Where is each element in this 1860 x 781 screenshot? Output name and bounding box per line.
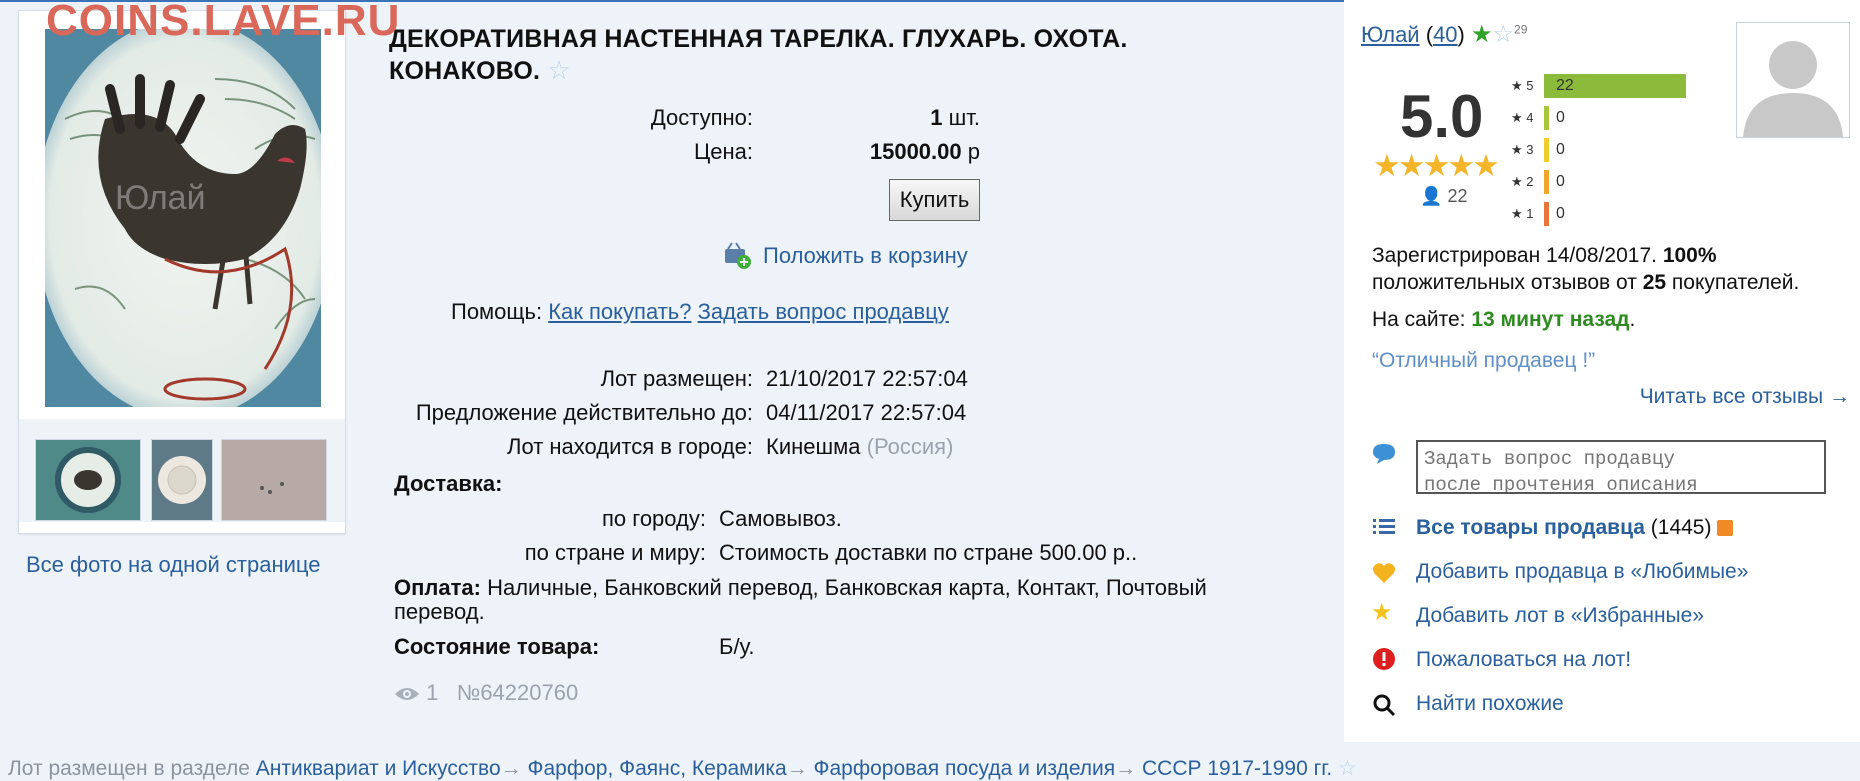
all-seller-items-link[interactable]: Все товары продавца (1445) (1416, 516, 1734, 540)
review-quote: “Отличный продавец !” (1372, 349, 1596, 372)
star-count: 29 (1514, 22, 1528, 37)
histogram-count: 0 (1556, 205, 1565, 222)
histogram-bar (1544, 170, 1549, 194)
favorite-star-icon[interactable]: ☆ (547, 55, 571, 85)
online-status: На сайте: 13 минут назад. (1372, 308, 1636, 331)
city-value: Кинешма (Россия) (766, 434, 954, 459)
add-lot-favorites-link[interactable]: Добавить лот в «Избранные» (1416, 604, 1704, 628)
histogram-bar (1544, 138, 1549, 162)
lot-title: ДЕКОРАТИВНАЯ НАСТЕННАЯ ТАРЕЛКА. ГЛУХАРЬ.… (389, 24, 1289, 87)
buy-button[interactable]: Купить (889, 179, 980, 221)
how-to-buy-link[interactable]: Как покупать? (548, 299, 691, 324)
available-label: Доступно: (650, 105, 753, 130)
payment-line2: перевод. (394, 599, 485, 624)
reviewer-count: 👤 22 (1420, 186, 1468, 206)
thumbnail-3[interactable] (221, 439, 327, 521)
lot-title-line2: КОНАКОВО. (389, 57, 541, 85)
rss-icon[interactable] (1717, 520, 1734, 537)
list-icon (1373, 519, 1395, 534)
histogram-star-label: ★ 1 (1511, 206, 1534, 221)
histogram-star-label: ★ 4 (1511, 110, 1534, 125)
green-star-icon: ★ (1471, 21, 1493, 48)
user-silhouette-icon (1743, 41, 1843, 137)
avatar[interactable] (1736, 22, 1850, 138)
star-icon: ★ (1371, 599, 1393, 626)
heart-icon (1373, 563, 1395, 583)
delivery-world-label: по стране и миру: (524, 540, 706, 565)
histogram-count: 0 (1556, 109, 1565, 126)
delivery-city-label: по городу: (602, 506, 706, 531)
posted-value: 21/10/2017 22:57:04 (766, 366, 968, 391)
registered-line2: положительных отзывов от 25 покупателей. (1372, 271, 1800, 294)
help-label: Помощь: (451, 299, 543, 324)
delivery-world-value: Стоимость доставки по стране 500.00 р.. (719, 540, 1138, 565)
histogram-count: 0 (1556, 173, 1565, 190)
main-photo[interactable]: Юлай (45, 29, 321, 407)
capercaillie-plate-image: Юлай (45, 29, 321, 407)
lot-title-line1: ДЕКОРАТИВНАЯ НАСТЕННАЯ ТАРЕЛКА. ГЛУХАРЬ.… (389, 25, 1128, 53)
thumbnail-2[interactable] (151, 439, 213, 521)
report-lot-link[interactable]: Пожаловаться на лот! (1416, 648, 1631, 672)
read-all-reviews-link[interactable]: Читать все отзывы → (1640, 385, 1850, 409)
search-icon (1373, 694, 1396, 717)
histogram-count: 22 (1556, 77, 1574, 94)
cart-add-icon (725, 242, 751, 269)
histogram-star-label: ★ 3 (1511, 142, 1534, 157)
person-icon: 👤 (1420, 186, 1443, 206)
outline-star-icon: ☆ (1492, 21, 1515, 48)
histogram-bar (1544, 202, 1549, 226)
available-value: 1 шт. (930, 105, 980, 130)
alert-icon (1373, 648, 1395, 670)
seller-name-link[interactable]: Юлай (1361, 22, 1420, 47)
histogram-star-label: ★ 5 (1511, 78, 1534, 93)
registered-line1: Зарегистрирован 14/08/2017. 100% (1372, 244, 1717, 267)
all-photos-link[interactable]: Все фото на одной странице (26, 552, 321, 578)
price-value: 15000.00 р (869, 139, 980, 164)
rating-stars-icon: ★★★★★ (1373, 148, 1500, 183)
thumbnail-1[interactable] (35, 439, 141, 521)
price-label: Цена: (693, 139, 753, 164)
site-watermark: COINS.LAVE.RU (46, 0, 401, 45)
seller-panel: Юлай (40) ★☆29 5.0 ★★★★★ 👤 22 ★ 5 22 ★ 4 0 ★… (1344, 0, 1860, 742)
add-seller-favorites-link[interactable]: Добавить продавца в «Любимые» (1416, 560, 1748, 584)
histogram-bar (1544, 106, 1549, 130)
condition-label: Состояние товара: (394, 634, 600, 659)
thumbnail-row (19, 419, 345, 522)
valid-until-label: Предложение действительно до: (415, 400, 753, 425)
add-to-cart-link[interactable]: Положить в корзину (763, 243, 968, 269)
chat-bubble-icon (1373, 444, 1395, 464)
histogram-count: 0 (1556, 141, 1565, 158)
ask-seller-link[interactable]: Задать вопрос продавцу (698, 299, 949, 324)
city-label: Лот находится в городе: (507, 434, 753, 459)
payment-line1: Оплата: Наличные, Банковский перевод, Ба… (394, 575, 1207, 600)
rating-value: 5.0 (1400, 83, 1484, 150)
condition-value: Б/у. (719, 634, 755, 659)
views-count: 1 (426, 680, 439, 705)
lot-number: №64220760 (456, 680, 579, 705)
valid-until-value: 04/11/2017 22:57:04 (766, 400, 967, 425)
svg-text:Юлай: Юлай (115, 179, 206, 217)
feedback-count-link[interactable]: 40 (1433, 22, 1457, 47)
delivery-city-value: Самовывоз. (719, 506, 842, 531)
eye-icon (395, 688, 419, 701)
ask-seller-input[interactable] (1416, 440, 1826, 494)
help-row: Помощь: Как покупать? Задать вопрос прод… (451, 299, 949, 325)
seller-row: Юлай (40) ★☆29 (1361, 21, 1528, 48)
breadcrumb: Лот размещен в разделе Антиквариат и Иск… (8, 756, 1357, 781)
posted-label: Лот размещен: (600, 366, 753, 391)
photo-gallery: Юлай (18, 10, 346, 534)
find-similar-link[interactable]: Найти похожие (1416, 692, 1564, 716)
delivery-label: Доставка: (394, 471, 503, 496)
histogram-star-label: ★ 2 (1511, 174, 1534, 189)
views-row: 1 №64220760 (394, 680, 578, 706)
